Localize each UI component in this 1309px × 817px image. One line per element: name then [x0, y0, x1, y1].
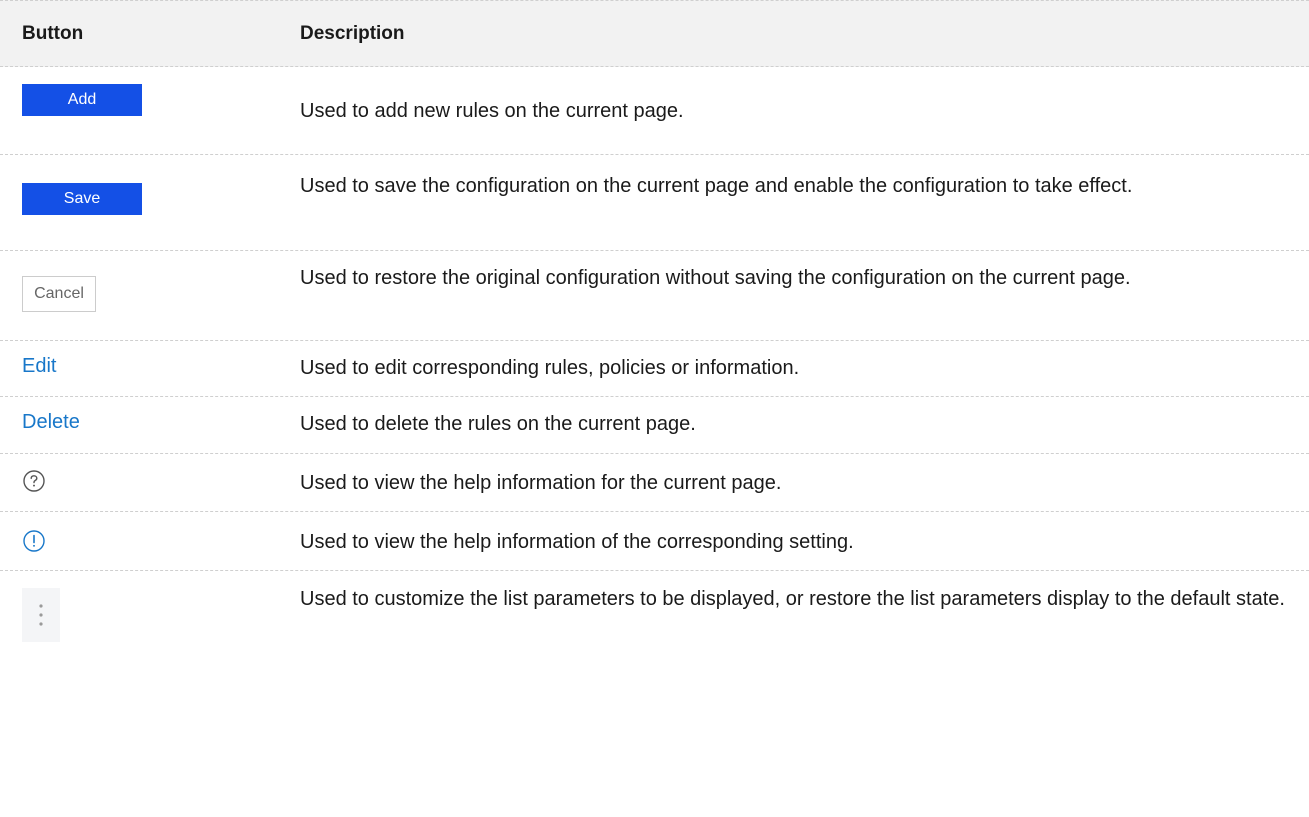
row-description: Used to view the help information for th…	[300, 472, 782, 494]
table-row: Used to customize the list parameters to…	[0, 571, 1309, 667]
row-description: Used to customize the list parameters to…	[300, 588, 1285, 610]
edit-link[interactable]: Edit	[22, 355, 56, 378]
row-description: Used to add new rules on the current pag…	[300, 100, 684, 122]
row-description: Used to delete the rules on the current …	[300, 413, 696, 435]
button-description-table: Button Description Add Used to add new r…	[0, 0, 1309, 667]
cancel-button[interactable]: Cancel	[22, 276, 96, 312]
row-description: Used to view the help information of the…	[300, 531, 854, 553]
save-button[interactable]: Save	[22, 183, 142, 215]
header-button: Button	[22, 23, 84, 44]
add-button[interactable]: Add	[22, 84, 142, 116]
table-row: Save Used to save the configuration on t…	[0, 155, 1309, 251]
table-header: Button Description	[0, 0, 1309, 67]
table-row: Add Used to add new rules on the current…	[0, 67, 1309, 155]
delete-link[interactable]: Delete	[22, 411, 80, 434]
table-row: Delete Used to delete the rules on the c…	[0, 397, 1309, 454]
table-row: Edit Used to edit corresponding rules, p…	[0, 341, 1309, 397]
help-icon[interactable]	[22, 469, 46, 493]
table-row: Used to view the help information for th…	[0, 454, 1309, 512]
more-icon[interactable]	[22, 588, 60, 642]
header-description: Description	[300, 23, 405, 44]
row-description: Used to edit corresponding rules, polici…	[300, 357, 800, 379]
row-description: Used to save the configuration on the cu…	[300, 175, 1133, 197]
table-row: Cancel Used to restore the original conf…	[0, 251, 1309, 341]
info-icon[interactable]	[22, 529, 46, 553]
table-row: Used to view the help information of the…	[0, 512, 1309, 571]
row-description: Used to restore the original configurati…	[300, 267, 1131, 289]
